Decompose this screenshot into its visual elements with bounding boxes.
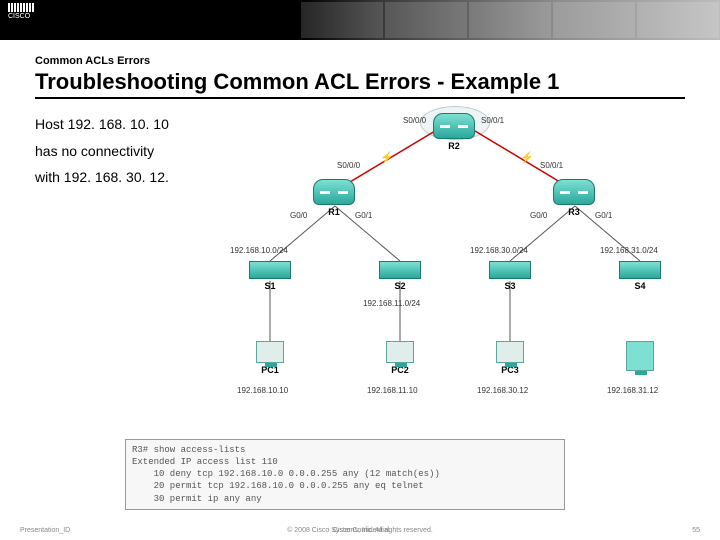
iface-label: G0/0 xyxy=(290,211,307,220)
lightning-icon: ⚡ xyxy=(520,151,534,164)
host-label: 192.168.30.12 xyxy=(477,386,528,395)
subnet-label: 192.168.30.0/24 xyxy=(470,246,528,255)
text-line-1: Host 192. 168. 10. 10 xyxy=(35,111,225,138)
header-photo-strip xyxy=(300,0,720,40)
switch-s1: S1 xyxy=(249,261,291,291)
iface-label: S0/0/1 xyxy=(540,161,563,170)
subnet-label: 192.168.10.0/24 xyxy=(230,246,288,255)
iface-label: G0/1 xyxy=(595,211,612,220)
switch-s3: S3 xyxy=(489,261,531,291)
footer: Presentation_ID © 2008 Cisco Systems, In… xyxy=(0,527,720,534)
header-bar: CISCO xyxy=(0,0,720,40)
network-diagram: R2 R1 R3 ⚡ ⚡ S0/0/0 S0/0/1 S0/0/0 S0/0/1… xyxy=(235,111,685,431)
switch-s4: S4 xyxy=(619,261,661,291)
text-line-2: has no connectivity xyxy=(35,138,225,165)
pc-1: PC1 xyxy=(256,341,284,375)
router-r2: R2 xyxy=(433,113,475,151)
logo-text: CISCO xyxy=(8,13,30,20)
pc-3: PC3 xyxy=(496,341,524,375)
text-line-3: with 192. 168. 30. 12. xyxy=(35,164,225,191)
cli-output: R3# show access-lists Extended IP access… xyxy=(125,439,565,510)
subnet-label: 192.168.31.0/24 xyxy=(600,246,658,255)
pc-2: PC2 xyxy=(386,341,414,375)
copyright: © 2008 Cisco Systems, Inc. All rights re… xyxy=(0,527,720,534)
topology-links xyxy=(235,111,685,431)
host-label: 192.168.10.10 xyxy=(237,386,288,395)
iface-label: G0/0 xyxy=(530,211,547,220)
slide-content: Common ACLs Errors Troubleshooting Commo… xyxy=(0,40,720,510)
iface-label: G0/1 xyxy=(355,211,372,220)
iface-label: S0/0/1 xyxy=(481,116,504,125)
router-r1: R1 xyxy=(313,179,355,217)
host-label: 192.168.31.12 xyxy=(607,386,658,395)
lightning-icon: ⚡ xyxy=(380,151,394,164)
host-label: 192.168.11.10 xyxy=(367,386,418,395)
problem-text: Host 192. 168. 10. 10 has no connectivit… xyxy=(35,111,225,431)
switch-s2: S2 xyxy=(379,261,421,291)
iface-label: S0/0/0 xyxy=(403,116,426,125)
section-label: Common ACLs Errors xyxy=(35,55,685,67)
slide-title: Troubleshooting Common ACL Errors - Exam… xyxy=(35,69,685,99)
router-r3: R3 xyxy=(553,179,595,217)
iface-label: S0/0/0 xyxy=(337,161,360,170)
subnet-label: 192.168.11.0/24 xyxy=(363,299,420,308)
cisco-logo: CISCO xyxy=(8,3,34,20)
server-icon xyxy=(626,341,654,373)
